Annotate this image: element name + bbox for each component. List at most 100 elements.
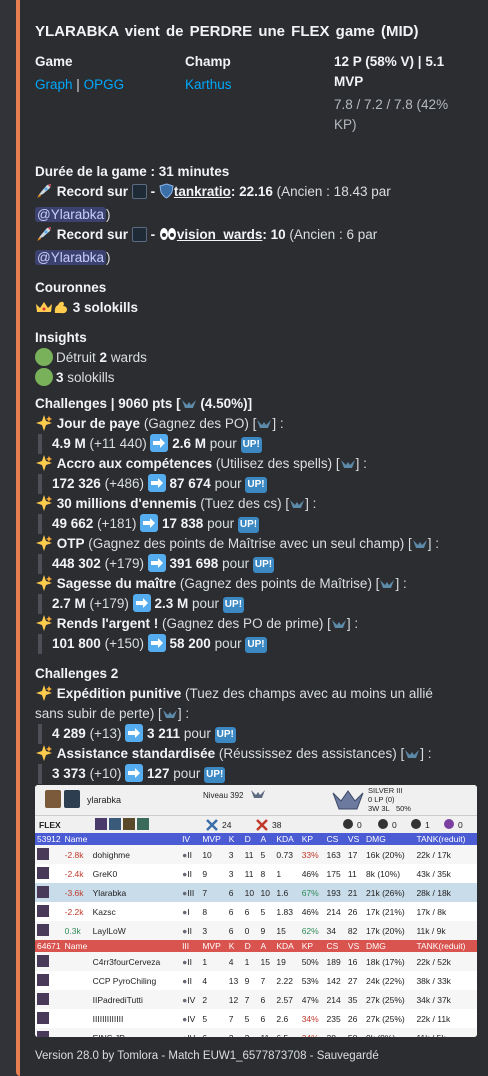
record-close: ) <box>106 207 111 222</box>
champion-icon <box>37 886 49 898</box>
challenge-item: Jour de paye (Gagnez des PO) [] :4.9 M (… <box>35 414 475 454</box>
up-badge: UP! <box>204 767 226 783</box>
sparkles-icon <box>35 495 53 511</box>
table-row: -2.4k GreK0 ●II 9 3 11 8 1 46% 175 11 8k (10%) 43k /… <box>35 864 477 883</box>
couronnes-section: Couronnes 3 solokills <box>35 278 475 318</box>
rank-emblem-icon <box>331 787 365 816</box>
right-arrow-icon <box>125 724 144 742</box>
graph-link[interactable]: Graph <box>35 77 73 92</box>
challenge-progress: 448 302 (+179) 391 698 pour UP! <box>38 554 475 574</box>
embed-footer: Version 28.0 by Tomlora - Match EUW1_657… <box>35 1050 379 1062</box>
rank-winrate: 50% <box>395 804 411 813</box>
emblem-icon <box>379 576 395 591</box>
challenges2-title: Challenges 2 <box>35 666 119 681</box>
sparkles-icon <box>35 415 53 431</box>
rank-record: 3W 3L <box>368 804 390 813</box>
kills-blue: 24 <box>222 820 232 830</box>
link-separator: | <box>76 77 80 92</box>
field-stats: 12 P (58% V) | 5.1 MVP 7.8 / 7.2 / 7.8 (… <box>334 52 474 135</box>
shield-icon <box>159 183 174 199</box>
scoreboard-header: ylarabka Niveau 392 SILVER III 0 LP (0) … <box>35 785 477 815</box>
obj-count: 0 <box>458 820 463 830</box>
title-result: PERDRE <box>189 23 253 40</box>
challenge-item: Expédition punitive (Tuez des champs ave… <box>35 684 475 744</box>
champion-icon <box>37 905 49 917</box>
up-badge: UP! <box>237 517 260 533</box>
field-champ-name: Champ <box>185 54 231 69</box>
title-verb: vient de <box>124 23 184 40</box>
obj-count: 1 <box>425 820 430 830</box>
sparkles-icon <box>35 455 53 471</box>
challenge-progress: 2.7 M (+179) 2.3 M pour UP! <box>38 594 475 614</box>
record-stat: vision_wards <box>176 227 263 242</box>
champion-icon <box>131 184 147 199</box>
opgg-link[interactable]: OPGG <box>84 77 125 92</box>
stats-line3: 7.8 / 7.2 / 7.8 (42% <box>334 97 449 112</box>
insight-item: 3 solokills <box>35 368 475 388</box>
champ-link[interactable]: Karthus <box>185 75 325 95</box>
user-mention[interactable]: @Ylarabka <box>35 250 106 265</box>
insight-item: Détruit 2 wards <box>35 348 475 368</box>
player-name: YLARABKA <box>35 23 119 40</box>
champion-icon <box>37 924 49 936</box>
challenges-title: Challenges | 9060 pts [ <box>35 396 181 411</box>
challenge-item: Accro aux compétences (Utilisez des spel… <box>35 454 475 494</box>
emblem-icon <box>181 396 197 411</box>
table-row: -3.6k Ylarabka ●III 7 6 10 10 1.6 67% 193 21 21k (2… <box>35 883 477 902</box>
right-arrow-icon <box>147 554 166 572</box>
emblem-icon <box>412 536 428 551</box>
challenge2-list: Expédition punitive (Tuez des champs ave… <box>35 684 475 784</box>
player-level: Niveau 392 <box>203 791 244 800</box>
challenge-progress: 49 662 (+181) 17 838 pour UP! <box>38 514 475 534</box>
insights-section: Insights Détruit 2 wards 3 solokills <box>35 328 475 388</box>
right-arrow-icon <box>125 764 144 782</box>
challenge-progress: 4.9 M (+11 440) 2.6 M pour UP! <box>38 434 475 454</box>
sparkles-icon <box>35 575 53 591</box>
scoreboard-table: 53912 Name IV MVP K D A KDA KP CS VS DMG TANK(reduit… <box>35 833 477 1037</box>
fields-row: Game Graph | OPGG Champ Karthus 12 P (58… <box>35 52 475 168</box>
dragon-icon <box>378 819 388 829</box>
embed-title: YLARABKA vient de PERDRE une FLEX game (… <box>35 22 475 48</box>
stats-line1: 12 P (58% V) | 5.1 <box>334 54 445 69</box>
emblem-icon <box>289 496 305 511</box>
table-row: 0.3k LaylLoW ●II 3 6 0 9 15 62% 34 82 17k (20%) 11k … <box>35 921 477 940</box>
sparkles-icon <box>35 615 53 631</box>
right-arrow-icon <box>150 434 169 452</box>
champion-icon <box>37 1012 49 1024</box>
rocket-icon <box>35 183 53 205</box>
team-header-row: 64671 Name III MVP K D A KDA KP CS VS DMG TANK(redui… <box>35 940 477 952</box>
green-circle-icon <box>35 368 53 386</box>
record-value: : 22.16 <box>230 184 273 199</box>
user-mention[interactable]: @Ylarabka <box>35 207 106 222</box>
rank-lp: 0 LP (0) <box>368 795 395 804</box>
challenges-section: Challenges | 9060 pts [ (4.50%)] Jour de… <box>35 394 475 654</box>
scoreboard-player: ylarabka <box>87 795 122 805</box>
rank-info: SILVER III 0 LP (0) 3W 3L 50% <box>368 786 411 813</box>
baron-icon <box>343 819 353 829</box>
ban-champion-icon <box>123 818 135 830</box>
challenge-item: Rends l'argent ! (Gagnez des PO de prime… <box>35 614 475 654</box>
right-arrow-icon <box>147 474 166 492</box>
right-arrow-icon <box>147 634 166 652</box>
right-arrow-icon <box>140 514 159 532</box>
swords-icon <box>255 818 269 835</box>
record-old: (Ancien : 18.43 par <box>276 184 391 199</box>
queue-mode: FLEX <box>39 820 61 830</box>
emblem-icon <box>340 456 356 471</box>
champion-icon <box>37 1031 49 1037</box>
champion-icon <box>37 993 49 1005</box>
couronnes-title: Couronnes <box>35 280 107 295</box>
embed-body: YLARABKA vient de PERDRE une FLEX game (… <box>35 22 475 784</box>
emblem-icon <box>162 706 178 721</box>
team-summary-row: FLEX 24 38 0 0 1 0 <box>35 815 477 833</box>
field-game: Game Graph | OPGG <box>35 52 175 95</box>
sparkles-icon <box>35 685 53 701</box>
up-badge: UP! <box>240 437 262 453</box>
herald-icon <box>411 819 421 829</box>
obj-count: 0 <box>357 820 362 830</box>
table-row: IIPadrediTutti ●IV 2 12 7 6 2.57 47% 214 35 27k (2… <box>35 990 477 1009</box>
embed-card: YLARABKA vient de PERDRE une FLEX game (… <box>16 0 488 1076</box>
champion-icon <box>37 867 49 879</box>
challenge-item: Sagesse du maître (Gagnez des points de … <box>35 574 475 614</box>
sparkles-icon <box>35 745 53 761</box>
